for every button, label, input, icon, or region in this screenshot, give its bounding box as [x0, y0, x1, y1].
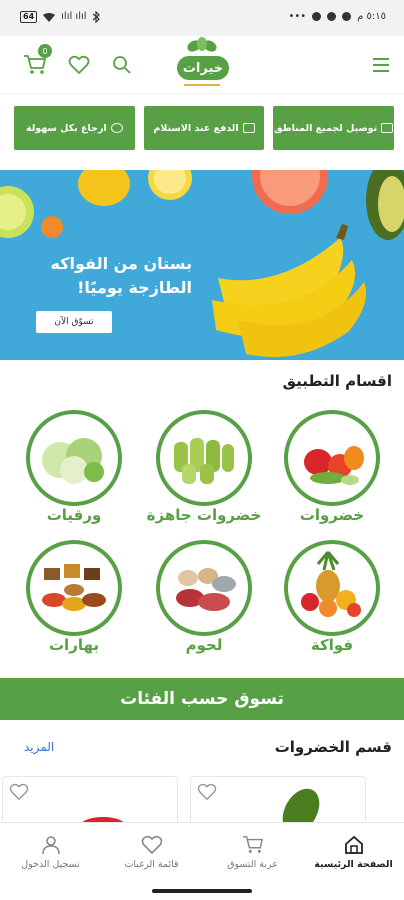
status-badge: 64 — [20, 11, 38, 23]
wifi-icon — [43, 12, 56, 22]
category-fruits[interactable]: فواكة — [282, 540, 382, 668]
category-spices[interactable]: بهارات — [24, 540, 124, 668]
category-label: خضروات — [299, 506, 365, 524]
category-ready-vegetables[interactable]: خضروات جاهزة — [147, 410, 261, 538]
banner-line-1: بستان من الفواكه — [50, 254, 192, 273]
leafy-greens-icon — [42, 438, 104, 484]
category-image — [26, 410, 122, 506]
return-icon — [110, 123, 123, 133]
category-label: ورقيات — [46, 506, 102, 524]
category-label: فواكة — [310, 636, 354, 654]
bottom-navigation: الصفحة الرئيسية عربة التسوق قائمة الرغبا… — [0, 822, 404, 882]
category-label: بهارات — [48, 636, 100, 654]
categories-section-title: اقسام التطبيق — [282, 372, 392, 390]
delivery-icon — [381, 123, 394, 133]
notification-icon — [327, 12, 337, 21]
cash-icon — [242, 123, 255, 133]
status-left: 64 ılıl ılıl — [20, 11, 100, 23]
category-label: خضروات جاهزة — [146, 506, 262, 524]
heart-icon — [141, 835, 162, 855]
more-dots-icon: ••• — [288, 11, 307, 22]
status-right: ••• ٥:١٥ م — [288, 11, 386, 22]
category-image — [156, 540, 252, 636]
feature-label: ارجاع بكل سهولة — [25, 122, 107, 134]
vegetables-icon — [304, 446, 364, 485]
cart-count-badge: 0 — [38, 44, 52, 58]
category-image — [26, 540, 122, 636]
shop-by-category-banner[interactable]: تسوق حسب الفئات — [0, 678, 404, 720]
stuffed-vegetables-icon — [174, 438, 234, 484]
app-header: 0 خيرات — [0, 36, 404, 94]
banner-line-2: الطازجة يوميًا! — [77, 278, 192, 297]
heart-icon[interactable] — [66, 52, 92, 78]
search-icon[interactable] — [109, 52, 135, 78]
category-meat[interactable]: لحوم — [154, 540, 254, 668]
product-image — [82, 817, 124, 822]
home-indicator[interactable] — [152, 889, 252, 893]
spices-icon — [42, 564, 106, 611]
vegetables-section-title: قسم الخضروات — [274, 738, 392, 756]
bluetooth-icon — [92, 11, 100, 23]
category-image — [284, 540, 380, 636]
meat-icon — [176, 568, 236, 611]
nav-label: قائمة الرغبات — [124, 859, 179, 870]
category-image — [284, 410, 380, 506]
user-icon — [41, 836, 60, 855]
nav-label: تسجيل الدخول — [21, 859, 80, 870]
product-image — [282, 788, 320, 822]
banner-headline: بستان من الفواكه الطازجة يوميًا! — [12, 252, 192, 300]
feature-label: توصيل لجميع المناطق — [274, 122, 378, 134]
category-image — [156, 410, 252, 506]
status-bar: 64 ılıl ılıl ••• ٥:١٥ م — [0, 0, 404, 36]
nav-label: الصفحة الرئيسية — [314, 859, 393, 870]
wishlist-heart-icon[interactable] — [197, 783, 217, 801]
category-vegetables[interactable]: خضروات — [282, 410, 382, 538]
category-leafy[interactable]: ورقيات — [24, 410, 124, 538]
wishlist-heart-icon[interactable] — [9, 783, 29, 801]
more-link[interactable]: المزيد — [24, 740, 54, 754]
fruits-icon — [301, 551, 361, 617]
product-card[interactable] — [2, 776, 178, 822]
feature-strip: توصيل لجميع المناطق الدفع عند الاستلام ا… — [13, 106, 394, 150]
nav-home[interactable]: الصفحة الرئيسية — [303, 823, 404, 882]
nav-cart[interactable]: عربة التسوق — [202, 823, 303, 882]
nav-login[interactable]: تسجيل الدخول — [0, 823, 101, 882]
app-logo[interactable]: خيرات — [177, 56, 229, 80]
feature-easy-return[interactable]: ارجاع بكل سهولة — [13, 106, 135, 150]
notification-icon — [342, 12, 352, 21]
category-label: لحوم — [185, 636, 223, 654]
status-time: ٥:١٥ م — [357, 11, 386, 22]
feature-cash-on-delivery[interactable]: الدفع عند الاستلام — [143, 106, 265, 150]
product-card[interactable] — [190, 776, 366, 822]
signal-icon: ılıl ılıl — [61, 11, 87, 22]
notification-icon — [312, 12, 322, 21]
menu-icon[interactable] — [368, 52, 394, 78]
nav-label: عربة التسوق — [227, 859, 278, 870]
home-icon — [344, 835, 363, 854]
shop-now-button[interactable]: تسوّق الآن — [36, 311, 112, 333]
nav-wishlist[interactable]: قائمة الرغبات — [101, 823, 202, 882]
cart-icon — [242, 836, 263, 853]
feature-label: الدفع عند الاستلام — [153, 122, 239, 134]
feature-delivery[interactable]: توصيل لجميع المناطق — [273, 106, 394, 150]
